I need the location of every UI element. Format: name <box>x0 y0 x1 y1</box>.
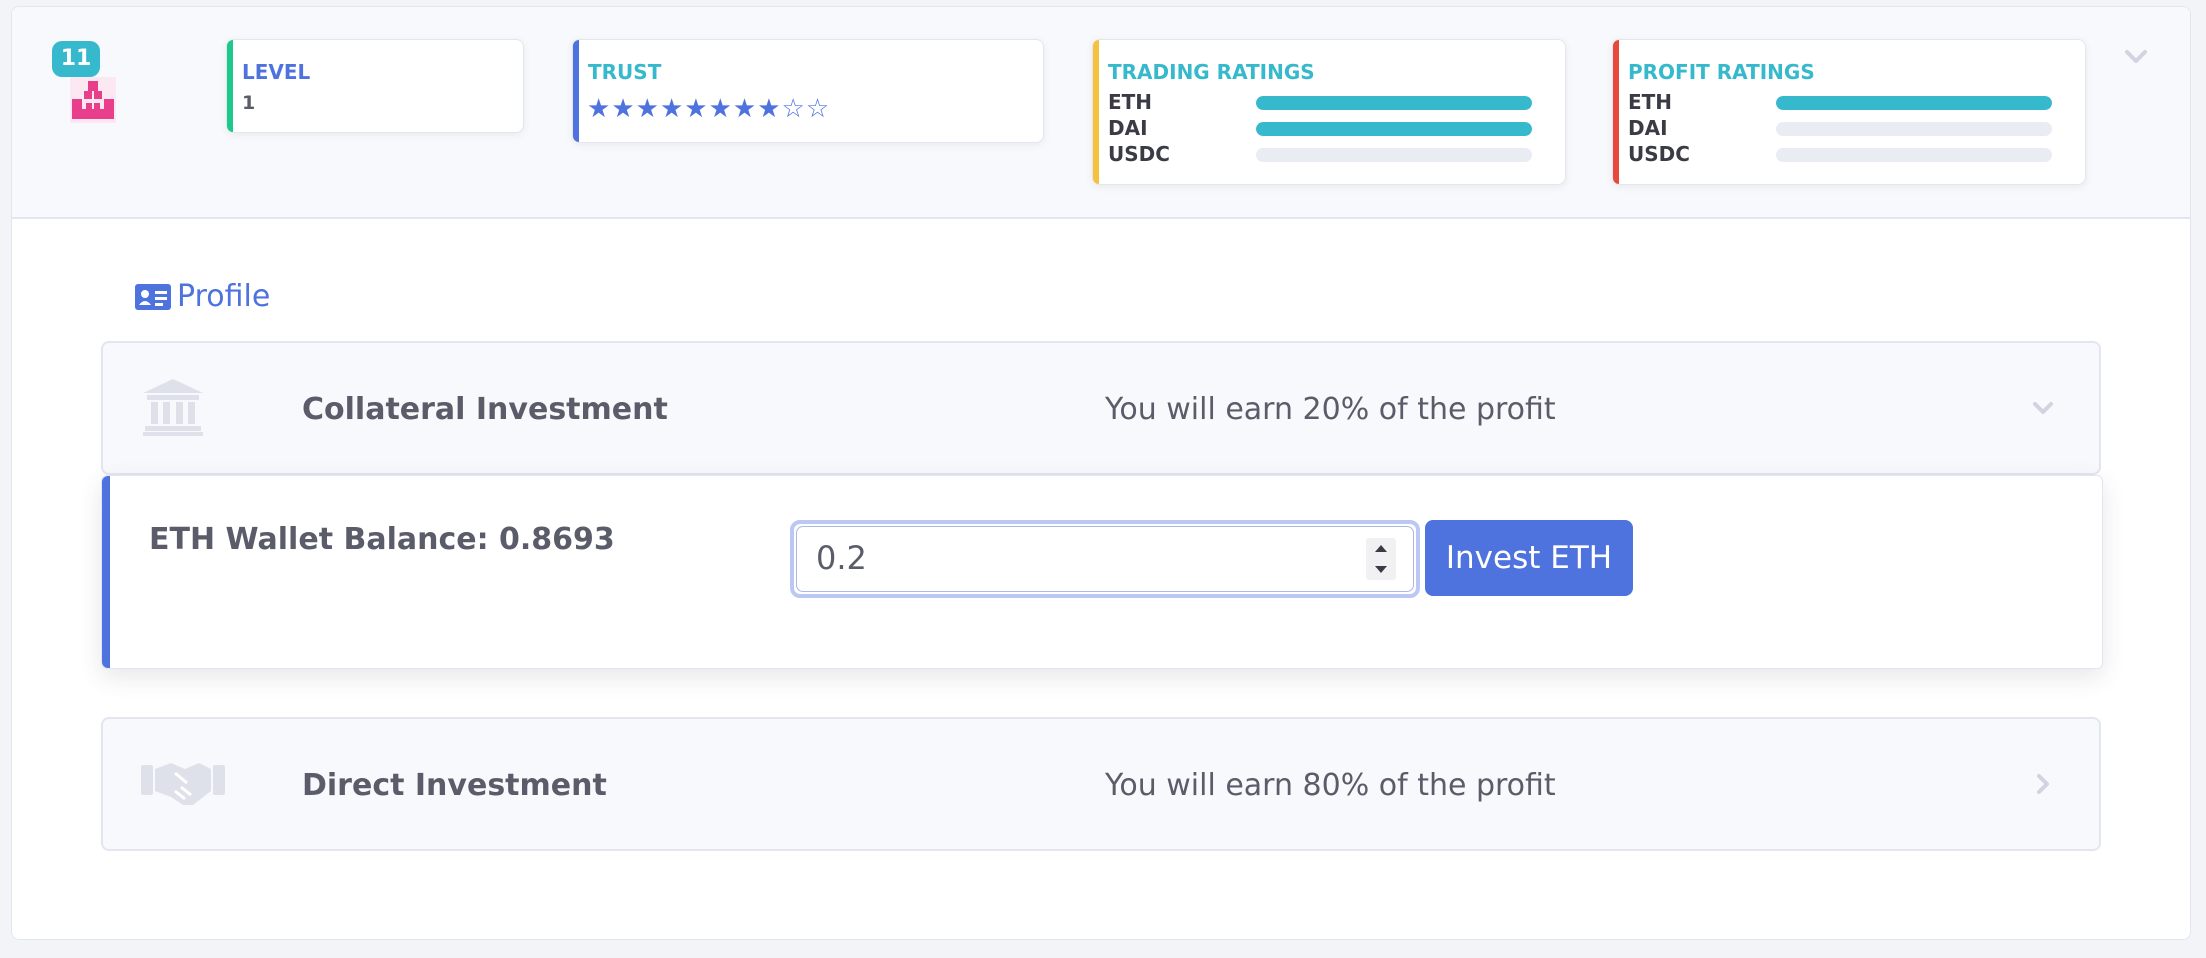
trading-rating-eth: ETH <box>1108 90 1548 114</box>
rating-bar <box>1256 96 1532 110</box>
collateral-accent-bar <box>102 476 110 668</box>
eth-amount-field[interactable] <box>790 520 1420 598</box>
profit-rating-eth: ETH <box>1628 90 2068 114</box>
level-accent <box>227 40 233 132</box>
trust-accent <box>573 40 579 142</box>
rating-label: ETH <box>1628 90 1673 114</box>
star-filled-icon: ★ <box>684 94 708 124</box>
trading-ratings-title: TRADING RATINGS <box>1108 60 1315 84</box>
bank-icon <box>143 379 203 436</box>
trading-ratings-accent <box>1093 40 1099 184</box>
spinner-down-icon[interactable] <box>1366 560 1396 580</box>
direct-investment-description: You will earn 80% of the profit <box>1105 768 1556 803</box>
profit-rating-usdc: USDC <box>1628 142 2068 166</box>
star-filled-icon: ★ <box>587 94 611 124</box>
trust-title: TRUST <box>588 60 662 84</box>
level-value: 1 <box>242 92 256 114</box>
star-filled-icon: ★ <box>708 94 732 124</box>
direct-investment-title: Direct Investment <box>302 768 607 803</box>
star-filled-icon: ★ <box>611 94 635 124</box>
rating-bar <box>1776 96 2052 110</box>
profit-ratings-card: PROFIT RATINGS ETH DAI USDC <box>1612 39 2086 185</box>
trading-rating-dai: DAI <box>1108 116 1548 140</box>
trading-rating-usdc: USDC <box>1108 142 1548 166</box>
spinner-up-icon[interactable] <box>1366 538 1396 558</box>
level-card: LEVEL 1 <box>226 39 524 133</box>
collateral-investment-title: Collateral Investment <box>302 392 668 427</box>
eth-amount-input[interactable] <box>816 538 1336 578</box>
rating-bar <box>1256 148 1532 162</box>
rating-bar <box>1256 122 1532 136</box>
invest-eth-button[interactable]: Invest ETH <box>1425 520 1633 596</box>
card-header: 11 LEVEL 1 TRUST ★ ★ ★ ★ ★ ★ ★ ★ ☆ ☆ TRADING RATI… <box>12 7 2190 219</box>
identicon-avatar <box>70 77 116 123</box>
trust-card: TRUST ★ ★ ★ ★ ★ ★ ★ ★ ☆ ☆ <box>572 39 1044 143</box>
trading-ratings-card: TRADING RATINGS ETH DAI USDC <box>1092 39 1566 185</box>
star-empty-icon: ☆ <box>781 94 805 124</box>
rating-bar <box>1776 122 2052 136</box>
rating-label: ETH <box>1108 90 1153 114</box>
handshake-icon <box>141 763 225 805</box>
chevron-right-icon[interactable] <box>2030 771 2056 797</box>
star-empty-icon: ☆ <box>805 94 830 124</box>
collateral-investment-description: You will earn 20% of the profit <box>1105 392 1556 427</box>
level-title: LEVEL <box>242 60 311 84</box>
star-filled-icon: ★ <box>635 94 659 124</box>
rating-bar <box>1776 148 2052 162</box>
id-card-icon <box>135 283 171 310</box>
collateral-investment-header[interactable]: Collateral Investment You will earn 20% … <box>101 341 2101 475</box>
profit-rating-dai: DAI <box>1628 116 2068 140</box>
profile-link[interactable]: Profile <box>135 279 270 314</box>
rating-fill <box>1256 96 1532 110</box>
profile-link-label: Profile <box>177 279 271 314</box>
rating-fill <box>1776 96 2052 110</box>
direct-investment-header[interactable]: Direct Investment You will earn 80% of t… <box>101 717 2101 851</box>
rating-label: DAI <box>1628 116 1668 140</box>
rating-label: USDC <box>1628 142 1690 166</box>
collateral-investment-body: ETH Wallet Balance: 0.8693 Invest ETH <box>101 475 2103 669</box>
profit-ratings-accent <box>1613 40 1619 184</box>
number-spinner[interactable] <box>1366 538 1396 580</box>
star-filled-icon: ★ <box>732 94 757 124</box>
profit-ratings-title: PROFIT RATINGS <box>1628 60 1815 84</box>
chevron-down-icon[interactable] <box>2030 395 2056 421</box>
eth-wallet-balance: ETH Wallet Balance: 0.8693 <box>149 522 615 557</box>
level-badge: 11 <box>52 41 100 77</box>
star-filled-icon: ★ <box>659 94 684 124</box>
profile-card: 11 LEVEL 1 TRUST ★ ★ ★ ★ ★ ★ ★ ★ ☆ ☆ TRADING RATI… <box>11 6 2191 940</box>
header-chevron-down-icon[interactable] <box>2123 47 2149 67</box>
rating-label: USDC <box>1108 142 1170 166</box>
rating-fill <box>1256 122 1532 136</box>
trust-stars: ★ ★ ★ ★ ★ ★ ★ ★ ☆ ☆ <box>587 96 829 122</box>
star-filled-icon: ★ <box>757 94 781 124</box>
rating-label: DAI <box>1108 116 1148 140</box>
